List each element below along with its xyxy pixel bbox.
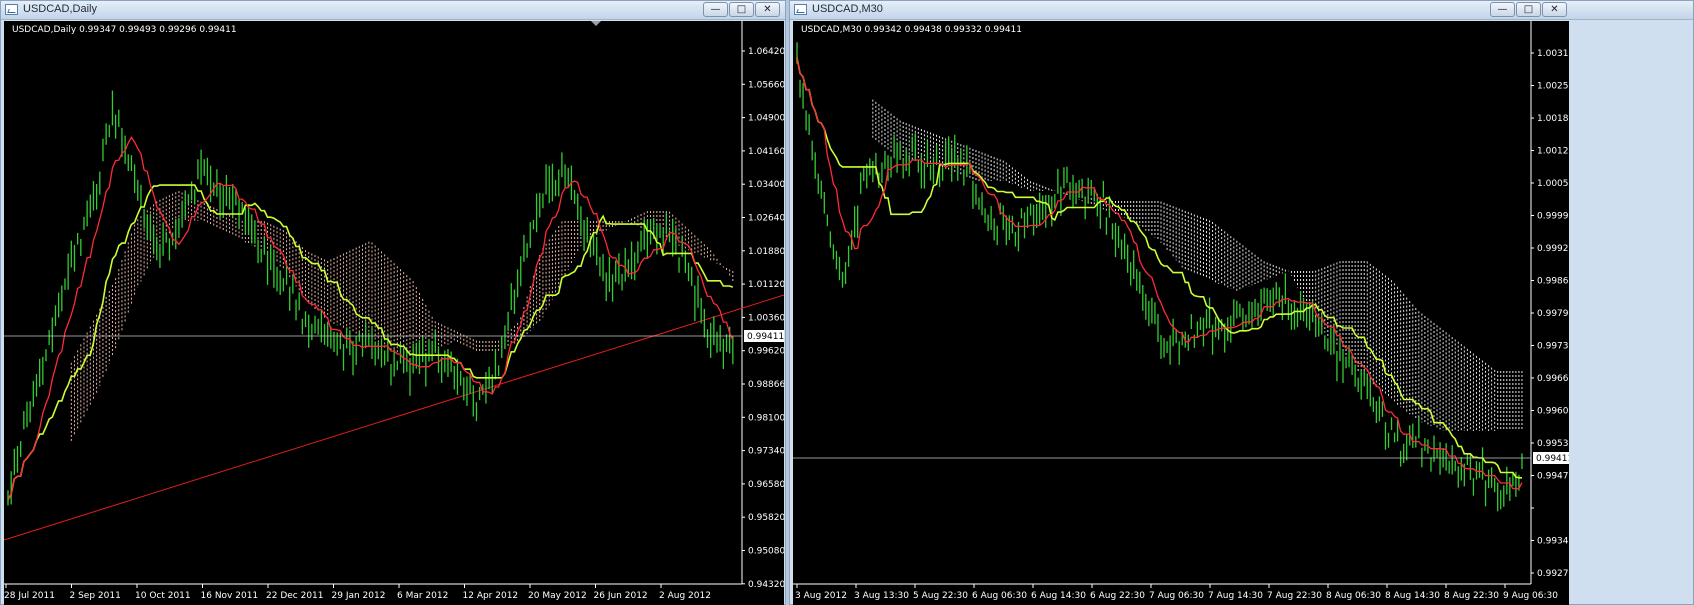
- price-label: 0.98100: [748, 413, 784, 423]
- date-label: 29 Jan 2012: [332, 591, 386, 601]
- date-label: 10 Oct 2011: [135, 591, 191, 601]
- price-chart-daily: 1.06420 1.05660 1.04900 1.04160 1.03400 1.026…: [4, 21, 784, 601]
- price-label: 0.99990: [1537, 212, 1569, 222]
- price-label: 0.99600: [1537, 407, 1569, 417]
- date-label: 5 Aug 22:30: [913, 591, 968, 601]
- price-label: 1.00360: [748, 313, 784, 323]
- date-label: 26 Jun 2012: [594, 591, 648, 601]
- titlebar-m30[interactable]: USDCAD,M30 — □ ✕: [790, 1, 1693, 20]
- chart-window-icon: [5, 4, 18, 15]
- price-label: 1.01120: [748, 280, 784, 290]
- maximize-button[interactable]: □: [1516, 2, 1541, 17]
- date-label: 6 Aug 14:30: [1031, 591, 1086, 601]
- price-label: 1.06420: [748, 47, 784, 57]
- maximize-button[interactable]: □: [729, 2, 754, 17]
- date-label: 6 Aug 22:30: [1090, 591, 1145, 601]
- current-price-label: 0.99411: [747, 332, 784, 342]
- price-label: 0.95820: [748, 513, 784, 523]
- date-label: 2 Aug 2012: [659, 591, 711, 601]
- price-label: 1.05660: [748, 80, 784, 90]
- chart-window-daily[interactable]: USDCAD,Daily — □ ✕ USDCAD,Daily 0.99347 …: [0, 0, 786, 605]
- window-title: USDCAD,M30: [812, 3, 883, 15]
- titlebar-daily[interactable]: USDCAD,Daily — □ ✕: [1, 1, 785, 20]
- price-label: 0.99795: [1537, 309, 1569, 319]
- price-chart-m30: 1.00315 1.00250 1.00185 1.00120 1.00055 0.999…: [793, 21, 1569, 601]
- date-label: 8 Aug 22:30: [1444, 591, 1499, 601]
- date-label: 12 Apr 2012: [463, 591, 519, 601]
- date-label: 2 Sep 2011: [70, 591, 121, 601]
- chart-area-m30[interactable]: USDCAD,M30 0.99342 0.99438 0.99332 0.994…: [793, 21, 1569, 605]
- price-label: 0.96580: [748, 480, 784, 490]
- chart-window-icon: [794, 4, 807, 15]
- price-label: 1.03400: [748, 180, 784, 190]
- price-label: 0.99470: [1537, 472, 1569, 482]
- date-label: 28 Jul 2011: [4, 591, 55, 601]
- date-label: 7 Aug 14:30: [1208, 591, 1263, 601]
- price-label: 0.99535: [1537, 439, 1569, 449]
- close-button[interactable]: ✕: [1542, 2, 1567, 17]
- date-label: 22 Dec 2011: [266, 591, 324, 601]
- price-label: 0.99275: [1537, 569, 1569, 579]
- price-label: 1.00315: [1537, 49, 1569, 59]
- chart-window-m30[interactable]: USDCAD,M30 — □ ✕ USDCAD,M30 0.99342 0.99…: [789, 0, 1694, 605]
- minimize-button[interactable]: —: [703, 2, 728, 17]
- date-label: 7 Aug 22:30: [1267, 591, 1322, 601]
- price-label: 0.99730: [1537, 342, 1569, 352]
- price-label: 1.00120: [1537, 147, 1569, 157]
- price-label: 1.04160: [748, 147, 784, 157]
- kijun-sen-line: [796, 57, 1522, 479]
- price-label: 1.00250: [1537, 82, 1569, 92]
- current-price-label: 0.99411: [1536, 454, 1569, 464]
- window-title: USDCAD,Daily: [23, 3, 97, 15]
- date-label: 6 Aug 06:30: [972, 591, 1027, 601]
- date-label: 3 Aug 2012: [795, 591, 847, 601]
- price-label: 0.99340: [1537, 537, 1569, 547]
- price-label: 0.99860: [1537, 277, 1569, 287]
- ohlc-info: USDCAD,M30 0.99342 0.99438 0.99332 0.994…: [801, 25, 1022, 35]
- price-label: 1.00185: [1537, 114, 1569, 124]
- price-label: 1.02640: [748, 214, 784, 224]
- date-label: 6 Mar 2012: [397, 591, 448, 601]
- price-label: 1.01880: [748, 247, 784, 257]
- shift-marker-icon: [591, 21, 601, 26]
- price-label: 0.97340: [748, 447, 784, 457]
- chart-area-daily[interactable]: USDCAD,Daily 0.99347 0.99493 0.99296 0.9…: [4, 21, 784, 605]
- kijun-sen-line: [7, 184, 734, 500]
- date-label: 8 Aug 14:30: [1385, 591, 1440, 601]
- date-label: 7 Aug 06:30: [1149, 591, 1204, 601]
- price-label: 0.99620: [748, 347, 784, 357]
- price-label: 0.94320: [748, 580, 784, 590]
- minimize-button[interactable]: —: [1490, 2, 1515, 17]
- date-label: 20 May 2012: [528, 591, 587, 601]
- date-label: 16 Nov 2011: [201, 591, 259, 601]
- tenkan-sen-line: [7, 136, 734, 500]
- close-button[interactable]: ✕: [755, 2, 780, 17]
- price-label: 0.98866: [748, 380, 784, 390]
- date-label: 8 Aug 06:30: [1326, 591, 1381, 601]
- price-label: 0.99925: [1537, 244, 1569, 254]
- price-label: 1.00055: [1537, 179, 1569, 189]
- ohlc-info: USDCAD,Daily 0.99347 0.99493 0.99296 0.9…: [12, 25, 237, 35]
- price-label: 0.99665: [1537, 374, 1569, 384]
- date-label: 3 Aug 13:30: [854, 591, 909, 601]
- price-label: 1.04900: [748, 114, 784, 124]
- price-label: 0.95080: [748, 547, 784, 557]
- date-label: 9 Aug 06:30: [1503, 591, 1558, 601]
